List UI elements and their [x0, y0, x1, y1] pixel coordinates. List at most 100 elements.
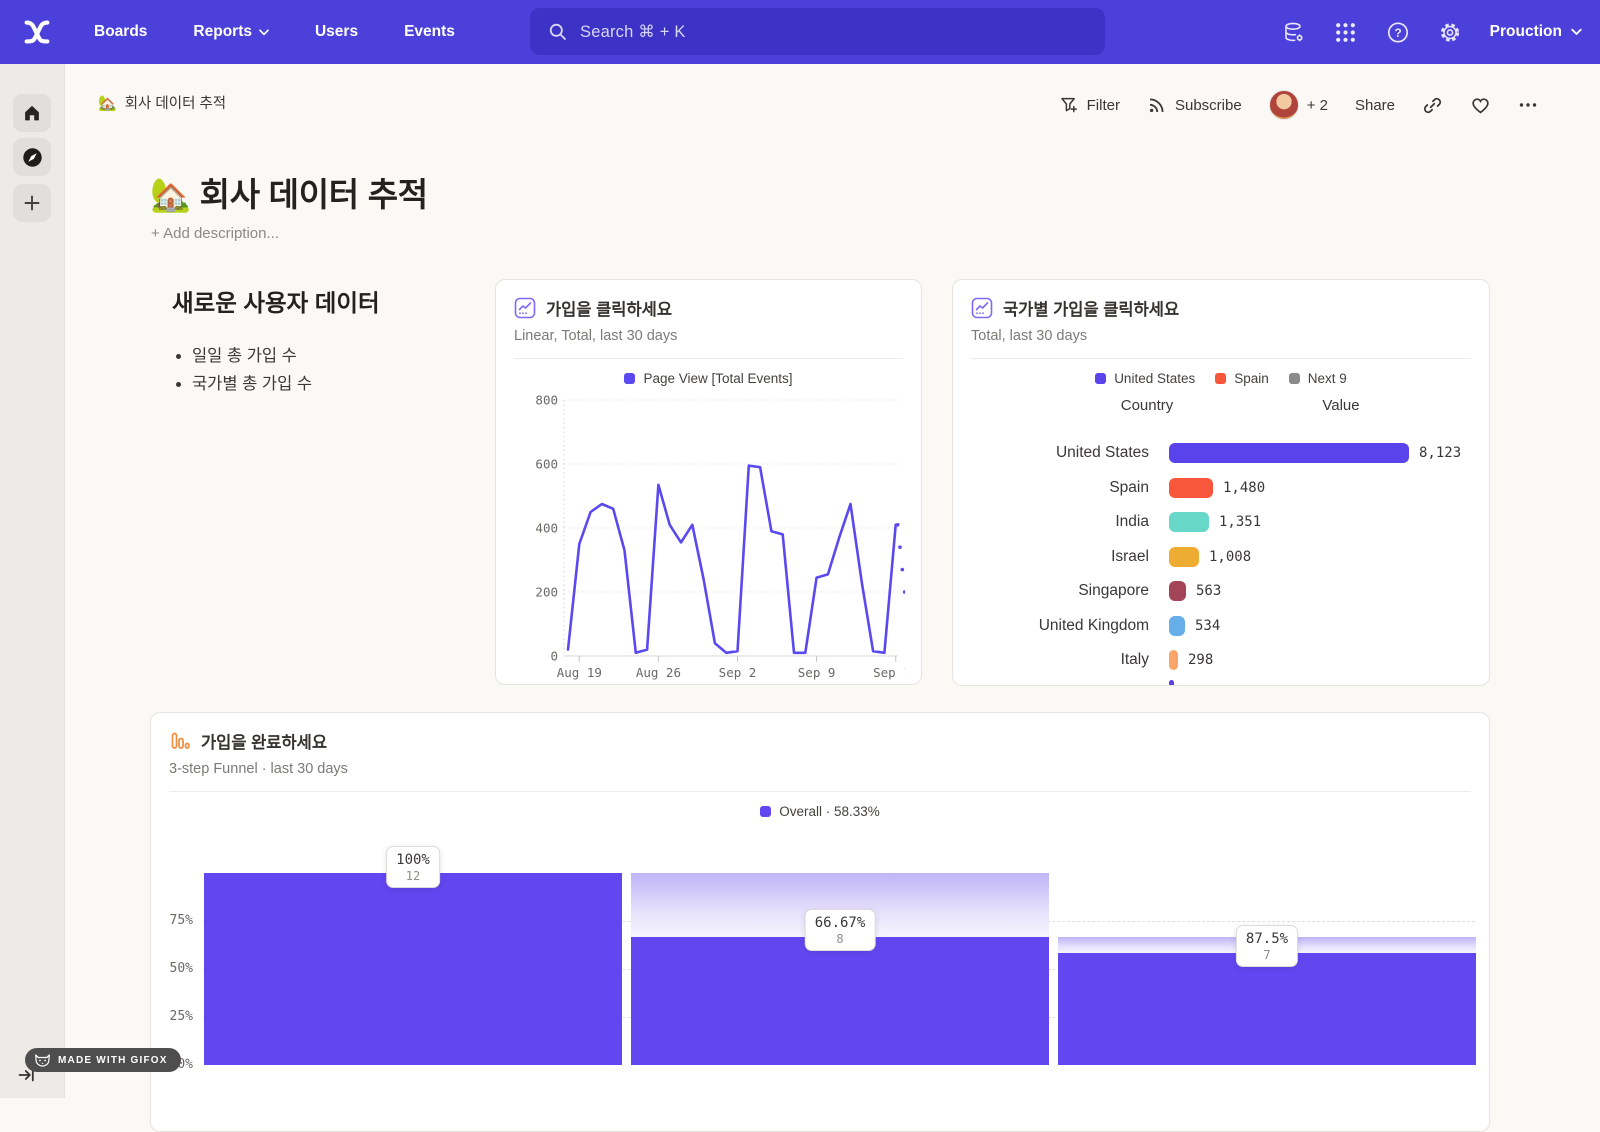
country-label: United Kingdom [953, 617, 1169, 635]
left-sidebar [0, 64, 65, 1098]
search-placeholder: Search ⌘ + K [580, 22, 686, 42]
bar-legend-next-9[interactable]: Next 9 [1289, 371, 1347, 386]
legend-swatch [1215, 373, 1226, 384]
topnav-users[interactable]: Users [315, 23, 358, 41]
funnel-converted-region [631, 937, 1049, 1065]
settings-gear-icon[interactable] [1438, 20, 1462, 44]
country-row-israel: Israel1,008 [953, 540, 1489, 575]
country-value: 8,123 [1419, 445, 1461, 461]
favorite-button[interactable] [1470, 95, 1491, 116]
avatar [1269, 90, 1299, 120]
mixpanel-logo-icon[interactable] [18, 13, 56, 51]
country-label: Italy [953, 651, 1169, 669]
topnav-events[interactable]: Events [404, 23, 455, 41]
made-with-gifox-badge[interactable]: MADE WITH GIFOX [25, 1048, 181, 1072]
funnel-step-bar[interactable] [631, 873, 1049, 1065]
country-value: 1,008 [1209, 549, 1251, 565]
y-tick-label: 0 [550, 649, 558, 664]
y-tick-label: 200 [535, 585, 558, 600]
subscribe-button[interactable]: Subscribe [1147, 95, 1242, 115]
share-button[interactable]: Share [1355, 97, 1395, 114]
country-bar[interactable] [1169, 478, 1213, 498]
filter-label: Filter [1087, 97, 1120, 114]
copy-link-button[interactable] [1422, 95, 1443, 116]
note-bullet: 일일 총 가입 수 [192, 342, 472, 370]
breadcrumb[interactable]: 🏡 회사 데이터 추적 [98, 92, 226, 113]
apps-grid-icon[interactable] [1334, 20, 1358, 44]
note-bullet: 국가별 총 가입 수 [192, 370, 472, 398]
compass-icon [21, 146, 44, 169]
board-emoji-icon: 🏡 [98, 94, 117, 112]
add-description-button[interactable]: + Add description... [151, 225, 279, 242]
tooltip-count: 12 [396, 869, 430, 883]
data-management-icon[interactable] [1282, 20, 1306, 44]
page-title[interactable]: 🏡 회사 데이터 추적 [150, 168, 428, 216]
legend-swatch [1289, 373, 1300, 384]
sidebar-discover-button[interactable] [13, 138, 51, 176]
dashed-tail-dot [898, 545, 902, 549]
y-tick-label: 800 [535, 393, 558, 408]
line-legend-item[interactable]: Page View [Total Events] [624, 371, 792, 386]
line-series[interactable] [568, 466, 896, 653]
primary-nav: Boards Reports Users Events [94, 23, 455, 41]
country-value: 1,351 [1219, 514, 1261, 530]
legend-label: Next 9 [1308, 371, 1347, 386]
country-row-italy: Italy 298 [953, 643, 1489, 678]
rss-icon [1147, 95, 1167, 115]
filter-button[interactable]: Filter [1059, 95, 1120, 115]
country-bar-card: 국가별 가입을 클릭하세요 Total, last 30 days United… [952, 279, 1490, 686]
x-tick-label: Sep 9 [798, 665, 836, 680]
project-selector[interactable]: Prouction [1490, 23, 1582, 41]
country-row-united-states: United States8,123 [953, 436, 1489, 471]
x-tick-label: Sep 2 [719, 665, 757, 680]
title-emoji-icon: 🏡 [150, 176, 191, 213]
notes-list: 일일 총 가입 수국가별 총 가입 수 [192, 342, 472, 398]
funnel-converted-region [1058, 953, 1476, 1065]
bar-legend-united-states[interactable]: United States [1095, 371, 1195, 386]
more-options-button[interactable] [1518, 95, 1538, 115]
breadcrumb-label: 회사 데이터 추적 [125, 92, 226, 113]
home-icon [21, 102, 43, 124]
clipped-bar-row [1169, 680, 1174, 686]
country-value: 534 [1195, 618, 1220, 634]
search-icon [548, 22, 568, 42]
x-tick-label: Sep 16 [873, 665, 905, 680]
subscribe-label: Subscribe [1175, 97, 1242, 114]
search-input[interactable]: Search ⌘ + K [530, 8, 1105, 55]
svg-text:?: ? [1394, 25, 1401, 39]
country-bar[interactable] [1169, 581, 1186, 601]
plus-icon [22, 193, 42, 213]
top-navigation-bar: Boards Reports Users Events Search ⌘ + K [0, 0, 1600, 64]
collaborators[interactable]: + 2 [1269, 90, 1328, 120]
funnel-step-bar[interactable] [1058, 873, 1476, 1065]
bar-chart-icon [971, 297, 993, 319]
bar-card-title-row[interactable]: 국가별 가입을 클릭하세요 [971, 296, 1471, 320]
fox-icon [34, 1053, 51, 1068]
country-value: 298 [1188, 652, 1213, 668]
country-bar[interactable] [1169, 443, 1409, 463]
funnel-plot: 0%25%50%75%100%1266.67%887.5%7 [151, 713, 1490, 1132]
line-card-title: 가입을 클릭하세요 [546, 296, 672, 320]
topnav-reports[interactable]: Reports [193, 23, 269, 41]
sidebar-home-button[interactable] [13, 94, 51, 132]
collaborators-count: + 2 [1307, 97, 1328, 114]
help-icon[interactable]: ? [1386, 20, 1410, 44]
tooltip-percent: 87.5% [1246, 931, 1288, 947]
topnav-boards[interactable]: Boards [94, 23, 147, 41]
sidebar-add-button[interactable] [13, 184, 51, 222]
bar-legend-spain[interactable]: Spain [1215, 371, 1269, 386]
line-chart-plot[interactable]: 0200400600800Aug 19Aug 26Sep 2Sep 9Sep 1… [514, 390, 905, 685]
country-value: 563 [1196, 583, 1221, 599]
funnel-y-tick-label: 75% [159, 913, 193, 928]
country-bar[interactable] [1169, 616, 1185, 636]
country-bar[interactable] [1169, 650, 1178, 670]
funnel-step-bar[interactable] [204, 873, 622, 1065]
line-card-title-row[interactable]: 가입을 클릭하세요 [514, 296, 903, 320]
country-label: Spain [953, 479, 1169, 497]
country-row-singapore: Singapore563 [953, 574, 1489, 609]
legend-label: United States [1114, 371, 1195, 386]
country-bar[interactable] [1169, 512, 1209, 532]
tooltip-count: 8 [815, 932, 866, 946]
bar-legend: United States Spain Next 9 [971, 371, 1471, 386]
country-bar[interactable] [1169, 547, 1199, 567]
